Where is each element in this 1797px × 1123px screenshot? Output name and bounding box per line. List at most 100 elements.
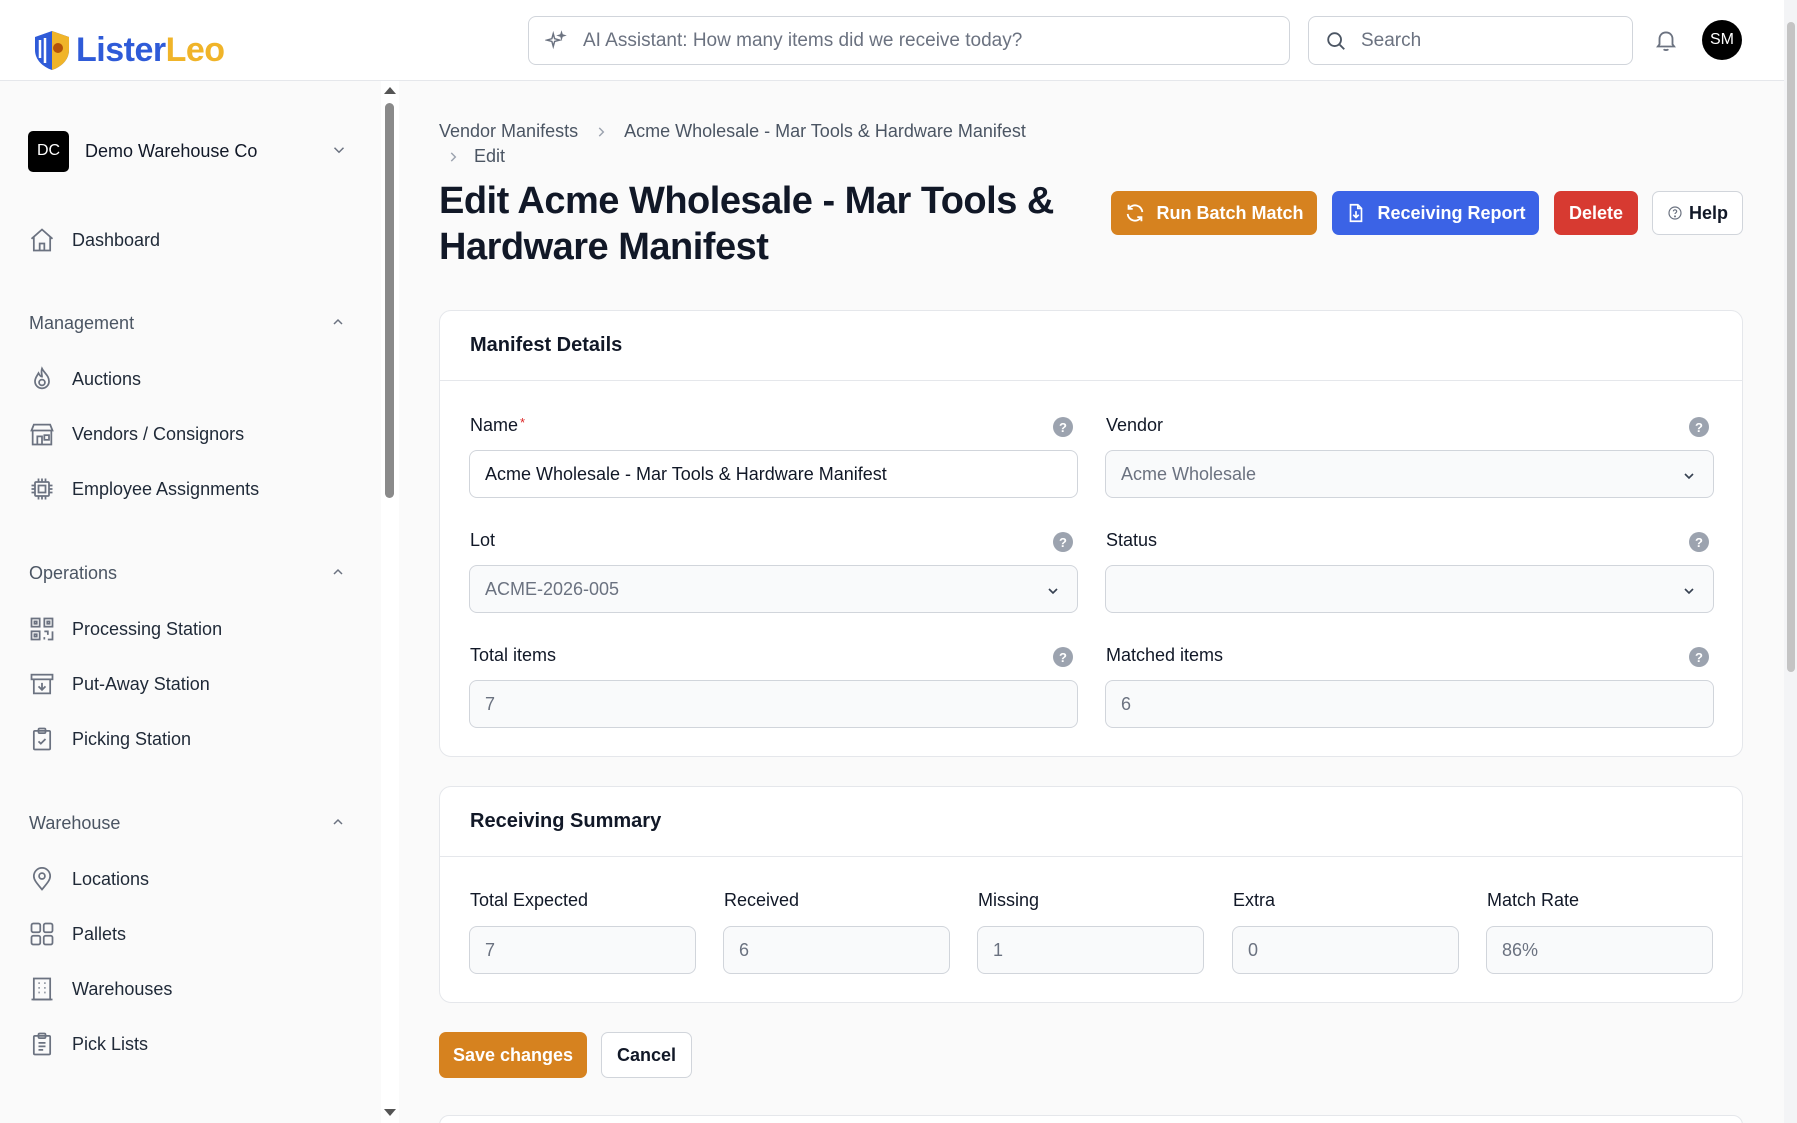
app-logo[interactable]: ListerLeo [30,28,225,72]
name-input[interactable]: Acme Wholesale - Mar Tools & Hardware Ma… [469,450,1078,498]
lot-select[interactable]: ACME-2026-005 [469,565,1078,613]
sidebar-scrollbar[interactable] [381,81,399,1123]
help-circle-icon[interactable]: ? [1053,417,1073,437]
chevron-down-icon [333,147,345,154]
ai-assistant-input[interactable]: AI Assistant: How many items did we rece… [528,16,1290,65]
sidebar-item-picking-station[interactable]: Picking Station [28,721,191,757]
cancel-button[interactable]: Cancel [601,1032,692,1078]
help-button[interactable]: Help [1652,191,1743,235]
sidebar-item-label: Dashboard [72,229,161,250]
help-circle-icon[interactable]: ? [1689,417,1709,437]
help-circle-icon[interactable]: ? [1689,532,1709,552]
sidebar-item-dashboard[interactable]: Dashboard [28,222,160,258]
sidebar-item-label: Put-Away Station [72,673,210,694]
sidebar-item-processing-station[interactable]: Processing Station [28,611,222,647]
archive-download-icon [30,673,54,695]
store-icon [30,423,54,446]
name-field-label: Name * [470,415,526,435]
missing-input[interactable]: 1 [977,926,1204,974]
chevron-down-icon [1684,473,1694,480]
sidebar-item-pallets[interactable]: Pallets [28,916,126,952]
sidebar-item-label: Pick Lists [72,1033,149,1054]
top-bar: ListerLeo AI Assistant: How many items d… [0,0,1797,81]
search-input[interactable]: Search [1308,16,1633,65]
missing-label: Missing [978,890,1040,910]
chevron-up-icon[interactable] [330,814,346,830]
sidebar-scrollbar-thumb[interactable] [385,103,394,498]
clipboard-check-icon [32,727,52,751]
sidebar-item-employee-assignments[interactable]: Employee Assignments [28,471,259,507]
status-select[interactable] [1105,565,1714,613]
scroll-down-arrow-icon[interactable] [384,1109,396,1116]
help-circle-icon[interactable]: ? [1053,647,1073,667]
chevron-up-icon[interactable] [330,564,346,580]
save-changes-button[interactable]: Save changes [439,1032,587,1078]
sidebar-item-auctions[interactable]: Auctions [28,361,141,397]
sidebar-item-label: Vendors / Consignors [72,423,245,444]
flame-icon [34,366,50,390]
map-pin-icon [32,867,52,891]
sidebar-item-label: Employee Assignments [72,478,260,499]
sidebar-item-locations[interactable]: Locations [28,861,149,897]
lot-select-value: ACME-2026-005 [485,578,620,599]
receiving-report-button[interactable]: Receiving Report [1332,191,1539,235]
received-label: Received [724,890,800,910]
chevron-right-icon [450,151,457,162]
breadcrumb-manifest[interactable]: Acme Wholesale - Mar Tools & Hardware Ma… [624,121,1026,142]
lot-field-label: Lot [470,530,496,550]
sidebar-item-put-away-station[interactable]: Put-Away Station [28,666,210,702]
extra-input[interactable]: 0 [1232,926,1459,974]
vendor-field-label: Vendor [1106,415,1164,435]
sidebar-item-pick-lists[interactable]: Pick Lists [28,1026,148,1062]
home-icon [30,228,54,252]
scroll-up-arrow-icon[interactable] [384,87,396,94]
ai-assistant-placeholder: AI Assistant: How many items did we rece… [583,29,1023,51]
match-rate-input[interactable]: 86% [1486,926,1713,974]
sidebar-item-vendors[interactable]: Vendors / Consignors [28,416,244,452]
clipboard-list-icon [32,1032,52,1056]
run-batch-match-button[interactable]: Run Batch Match [1111,191,1317,235]
next-card-peek [439,1115,1743,1123]
sidebar-item-label: Locations [72,868,150,889]
sidebar-item-warehouses[interactable]: Warehouses [28,971,172,1007]
sidebar-item-label: Picking Station [72,728,192,749]
bell-icon[interactable] [1653,27,1679,53]
manifest-details-card: Manifest Details Name * ? Acme Wholesale … [439,310,1743,757]
chevron-right-icon [598,126,605,137]
sidebar: DC Demo Warehouse Co Dashboard Managemen… [0,81,382,1123]
refresh-icon [1127,204,1144,222]
total-expected-label: Total Expected [470,890,589,910]
section-title-operations[interactable]: Operations [29,563,117,584]
chevron-down-icon [1048,588,1058,595]
received-input[interactable]: 6 [723,926,950,974]
matched-items-field-label: Matched items [1106,645,1224,665]
breadcrumb: Vendor Manifests Acme Wholesale - Mar To… [439,121,1026,142]
help-circle-icon[interactable]: ? [1053,532,1073,552]
window-scrollbar-thumb[interactable] [1787,22,1795,672]
org-name: Demo Warehouse Co [85,140,258,161]
receiving-summary-card: Receiving Summary Total Expected 7 Recei… [439,786,1743,1003]
delete-button[interactable]: Delete [1554,191,1638,235]
receiving-report-label: Receiving Report [1377,202,1526,223]
total-expected-input[interactable]: 7 [469,926,696,974]
total-items-input[interactable]: 7 [469,680,1078,728]
search-icon [1327,31,1345,50]
vendor-select[interactable]: Acme Wholesale [1105,450,1714,498]
file-download-icon [1350,203,1363,223]
section-title-management[interactable]: Management [29,313,134,334]
help-circle-icon[interactable]: ? [1689,647,1709,667]
receiving-summary-header: Receiving Summary [440,787,1742,857]
org-badge: DC [28,130,69,172]
window-scrollbar[interactable] [1784,0,1797,1123]
chip-icon [31,478,53,500]
section-title-warehouse[interactable]: Warehouse [29,813,120,834]
chevron-up-icon[interactable] [330,314,346,330]
matched-items-input[interactable]: 6 [1105,680,1714,728]
org-switcher[interactable]: DC Demo Warehouse Co [28,129,348,173]
user-avatar[interactable]: SM [1702,20,1742,60]
logo-text: ListerLeo [76,30,225,69]
status-field-label: Status [1106,530,1158,550]
breadcrumb-vendor-manifests[interactable]: Vendor Manifests [439,121,578,142]
qr-code-icon [30,617,54,641]
total-items-field-label: Total items [470,645,557,665]
